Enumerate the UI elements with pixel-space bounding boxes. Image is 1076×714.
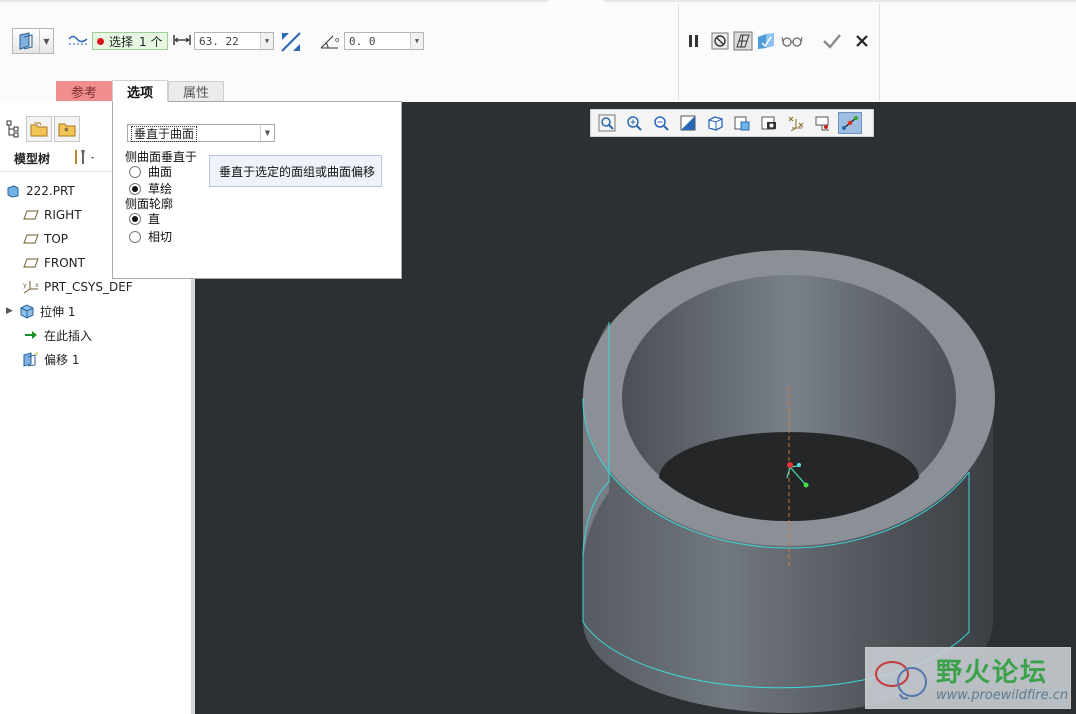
radio-button[interactable]	[129, 230, 141, 243]
tree-item-right[interactable]: RIGHT	[22, 204, 82, 226]
tree-item-insert-here[interactable]: 在此插入	[22, 324, 92, 346]
folder-browser-tab-icon[interactable]	[26, 116, 52, 142]
radio-label: 相切	[148, 230, 173, 244]
feature-dashboard: ▼ 选择 1 个 63. 22 ▼ o 0. 0 ▼ 参考 选项 属性	[0, 0, 1076, 102]
radio-label: 直	[148, 212, 161, 226]
preview-mesh-icon[interactable]	[733, 31, 753, 51]
offset-method-dropdown[interactable]: 垂直于曲面 ▼	[127, 124, 275, 142]
csys-icon: yx	[22, 279, 40, 295]
tree-item-offset[interactable]: * 偏移 1	[22, 348, 79, 370]
tree-item-extrude[interactable]: ▶ 拉伸 1	[6, 300, 75, 322]
svg-text:*: *	[35, 351, 39, 359]
zoom-out-icon[interactable]	[649, 112, 673, 134]
angle-field[interactable]: 0. 0 ▼	[344, 32, 424, 50]
radio-button[interactable]	[129, 165, 141, 178]
divider	[678, 4, 679, 100]
surface-collector-icon	[68, 32, 88, 51]
tree-item-label: 222.PRT	[26, 184, 75, 198]
watermark-title: 野火论坛	[936, 658, 1049, 688]
expand-arrow-icon[interactable]: ▶	[6, 306, 18, 316]
select-label: 选择	[109, 34, 134, 49]
tree-item-csys[interactable]: yx PRT_CSYS_DEF	[22, 276, 133, 298]
tab-references[interactable]: 参考	[56, 81, 112, 101]
tab-properties[interactable]: 属性	[168, 81, 224, 101]
datum-plane-icon	[22, 207, 40, 223]
svg-text:y: y	[23, 282, 27, 289]
top-edge	[0, 0, 548, 2]
tree-item-label: TOP	[44, 232, 69, 246]
model-tree-title: 模型树	[14, 152, 51, 166]
annotation-display-icon[interactable]	[811, 112, 835, 134]
radio-surface[interactable]: 曲面	[129, 163, 172, 180]
tree-item-front[interactable]: FRONT	[22, 252, 85, 274]
display-style-icon[interactable]	[703, 112, 727, 134]
angle-icon: o	[320, 33, 342, 52]
verify-preview-icon[interactable]	[756, 31, 776, 51]
offset-distance-field[interactable]: 63. 22 ▼	[194, 32, 274, 50]
select-count: 1 个	[139, 34, 163, 49]
selection-dot-icon	[97, 37, 104, 45]
flip-direction-icon[interactable]	[279, 30, 303, 57]
view-toolbar	[590, 109, 874, 137]
svg-text:o: o	[335, 36, 339, 44]
datum-plane-icon	[22, 231, 40, 247]
angle-value: 0. 0	[349, 34, 376, 48]
repaint-icon[interactable]	[676, 112, 700, 134]
options-panel: 垂直于曲面 ▼ 侧曲面垂直于 曲面 草绘 侧面轮廓 直 相切 垂直于选定的面组或…	[112, 101, 402, 279]
chevron-down-icon[interactable]: ▼	[410, 33, 423, 49]
spin-center-icon[interactable]	[838, 112, 862, 134]
tab-options[interactable]: 选项	[112, 80, 168, 102]
datum-plane-icon	[22, 255, 40, 271]
tree-item-label: FRONT	[44, 256, 85, 270]
offset-distance-value: 63. 22	[199, 34, 239, 48]
cancel-close-icon[interactable]	[852, 31, 872, 51]
tree-item-top[interactable]: TOP	[22, 228, 68, 250]
tree-item-label: RIGHT	[44, 208, 82, 222]
offset-feature-icon: *	[22, 351, 40, 367]
confirm-check-icon[interactable]	[822, 31, 842, 51]
chevron-down-icon[interactable]: ▼	[260, 125, 274, 141]
offset-surface-icon	[13, 29, 39, 53]
model-tree-tab-icon[interactable]	[0, 116, 26, 142]
glasses-icon[interactable]	[781, 31, 803, 51]
offset-method-value: 垂直于曲面	[131, 125, 198, 142]
radio-button-selected[interactable]	[129, 182, 141, 195]
insert-here-arrow-icon	[22, 327, 40, 343]
distance-icon	[173, 33, 191, 50]
radio-straight[interactable]: 直	[129, 210, 160, 227]
offset-type-button[interactable]: ▼	[12, 28, 54, 54]
forum-watermark: 野火论坛 www.proewildfire.cn	[865, 647, 1071, 709]
chevron-down-icon[interactable]: ▼	[39, 29, 53, 53]
tooltip: 垂直于选定的面组或曲面偏移	[209, 155, 382, 187]
tree-item-part[interactable]: 222.PRT	[4, 180, 75, 202]
tree-item-label: PRT_CSYS_DEF	[44, 280, 133, 294]
radio-tangent[interactable]: 相切	[129, 228, 172, 245]
pause-icon[interactable]	[684, 31, 704, 51]
radio-label: 曲面	[148, 165, 173, 179]
favorites-tab-icon[interactable]: *	[54, 116, 80, 142]
settings-tools-icon[interactable]	[72, 148, 98, 169]
saved-views-icon[interactable]	[730, 112, 754, 134]
svg-text:*: *	[64, 127, 69, 137]
divider	[879, 4, 880, 100]
tree-item-label: 在此插入	[44, 328, 93, 343]
zoom-in-icon[interactable]	[622, 112, 646, 134]
chevron-down-icon[interactable]: ▼	[260, 33, 273, 49]
extrude-icon	[18, 303, 36, 319]
watermark-url: www.proewildfire.cn	[936, 688, 1069, 703]
datum-display-icon[interactable]	[784, 112, 808, 134]
butterfly-logo-icon	[875, 661, 927, 700]
tree-item-label: 偏移 1	[44, 352, 80, 367]
radio-button-selected[interactable]	[129, 212, 141, 225]
top-edge-right	[604, 0, 1076, 2]
surface-select-collector[interactable]: 选择 1 个	[92, 32, 168, 50]
view-manager-icon[interactable]	[757, 112, 781, 134]
no-preview-icon[interactable]	[710, 31, 730, 51]
svg-text:x: x	[35, 282, 39, 289]
refit-zoom-icon[interactable]	[595, 112, 619, 134]
part-icon	[4, 183, 22, 199]
tree-item-label: 拉伸 1	[40, 304, 76, 319]
